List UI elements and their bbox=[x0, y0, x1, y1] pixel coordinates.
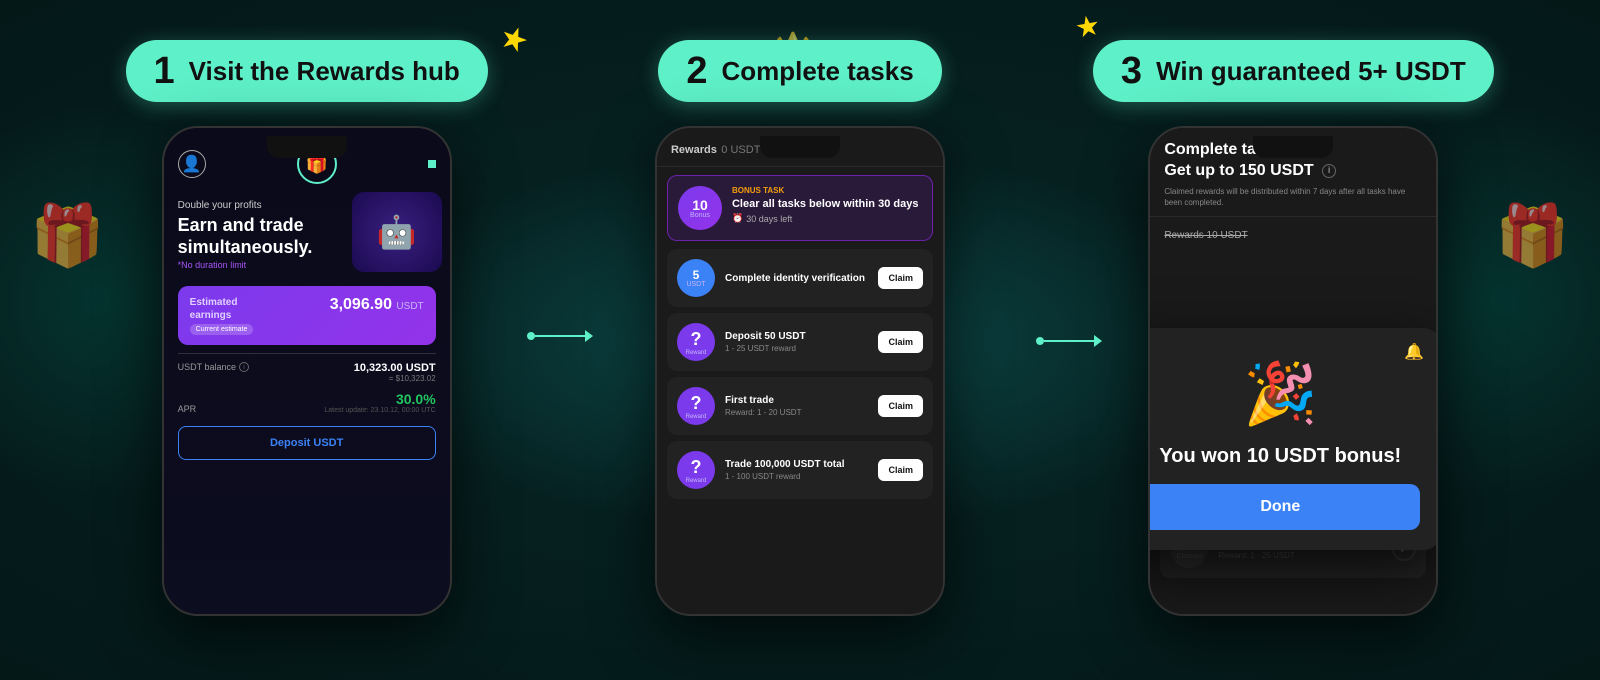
task-label-2: Reward bbox=[686, 350, 707, 356]
balance-value: 10,323.00 USDT bbox=[354, 362, 436, 374]
divider-1 bbox=[178, 353, 436, 354]
task-sub-3: Reward: 1 - 20 USDT bbox=[725, 408, 868, 417]
phone-3: Complete tasks andGet up to 150 USDT i C… bbox=[1148, 126, 1438, 616]
done-button[interactable]: Done bbox=[1148, 484, 1420, 530]
bell-icon: 🔔 bbox=[1404, 342, 1424, 362]
balance-sub: = $10,323.02 bbox=[354, 374, 436, 383]
avatar-icon: 👤 bbox=[178, 150, 206, 178]
task-title-2: Deposit 50 USDT bbox=[725, 331, 868, 342]
celebration-emoji: 🎉 bbox=[1148, 358, 1420, 429]
task-item-deposit: ? Reward Deposit 50 USDT 1 - 25 USDT rew… bbox=[667, 313, 933, 371]
task-q-3: ? bbox=[690, 393, 701, 414]
task-circle-4: ? Reward bbox=[677, 451, 715, 489]
step-2-badge: 2 Complete tasks bbox=[658, 40, 941, 102]
bonus-task-tag: Bonus task bbox=[732, 186, 918, 195]
bonus-label: Bonus bbox=[690, 212, 710, 219]
task-item-identity: 5 USDT Complete identity verification Cl… bbox=[667, 249, 933, 307]
apr-date: Latest update: 23.10.12, 00:00 UTC bbox=[324, 407, 435, 414]
apr-label: APR bbox=[178, 404, 197, 414]
bonus-content: Bonus task Clear all tasks below within … bbox=[732, 186, 918, 224]
bonus-title: Clear all tasks below within 30 days bbox=[732, 197, 918, 211]
task-sub-4: 1 - 100 USDT reward bbox=[725, 472, 868, 481]
task-info-4: Trade 100,000 USDT total 1 - 100 USDT re… bbox=[725, 459, 868, 481]
earnings-usdt: USDT bbox=[396, 301, 423, 312]
claim-button-1[interactable]: Claim bbox=[878, 267, 923, 289]
task-title-4: Trade 100,000 USDT total bbox=[725, 459, 868, 470]
task-item-trade-total: ? Reward Trade 100,000 USDT total 1 - 10… bbox=[667, 441, 933, 499]
bonus-task-card: 10 Bonus Bonus task Clear all tasks belo… bbox=[667, 175, 933, 241]
robot-placeholder: 🤖 bbox=[352, 192, 442, 272]
info-icon: i bbox=[239, 362, 249, 372]
phone-1-notch bbox=[267, 136, 347, 158]
rewards-crossed-label: Rewards 10 USDT bbox=[1164, 230, 1247, 241]
task-num-1: 5 bbox=[693, 269, 700, 281]
phone-2-notch bbox=[760, 136, 840, 158]
bonus-circle: 10 Bonus bbox=[678, 186, 722, 230]
claim-button-4[interactable]: Claim bbox=[878, 459, 923, 481]
step-1-number: 1 bbox=[154, 52, 175, 90]
arrow-dot-1 bbox=[527, 332, 535, 340]
task-circle-3: ? Reward bbox=[677, 387, 715, 425]
step-2-label: Complete tasks bbox=[721, 56, 913, 87]
info-icon-3: i bbox=[1322, 164, 1336, 178]
rewards-amount: 0 USDT bbox=[721, 144, 760, 156]
arrow-line-1 bbox=[535, 335, 585, 337]
phone-3-notch bbox=[1253, 136, 1333, 158]
task-label-3: Reward bbox=[686, 414, 707, 420]
task-title-1: Complete identity verification bbox=[725, 273, 868, 284]
task-info-1: Complete identity verification bbox=[725, 273, 868, 284]
phone-1-hero: Double your profits Earn and tradesimult… bbox=[164, 192, 450, 278]
apr-value: 30.0% bbox=[324, 391, 435, 407]
rewards-label: Rewards bbox=[671, 144, 717, 156]
deposit-usdt-button[interactable]: Deposit USDT bbox=[178, 426, 436, 460]
balance-label: USDT balance i bbox=[178, 362, 249, 372]
step-3-number: 3 bbox=[1121, 52, 1142, 90]
column-step-1: 1 Visit the Rewards hub 👤 🎁 Double your … bbox=[60, 40, 553, 616]
task-info-2: Deposit 50 USDT 1 - 25 USDT reward bbox=[725, 331, 868, 353]
arrow-line-2 bbox=[1044, 340, 1094, 342]
phone-3-subtitle: Claimed rewards will be distributed with… bbox=[1164, 186, 1422, 208]
earnings-value: 3,096.90 bbox=[330, 296, 392, 313]
task-label-4: Reward bbox=[686, 478, 707, 484]
current-estimate-badge: Current estimate bbox=[190, 324, 254, 335]
earnings-card: Estimatedearnings Current estimate 3,096… bbox=[178, 286, 436, 345]
earnings-label: Estimatedearnings bbox=[190, 296, 254, 322]
task-sub-2: 1 - 25 USDT reward bbox=[725, 344, 868, 353]
bonus-number: 10 bbox=[692, 198, 708, 212]
task-q-4: ? bbox=[690, 457, 701, 478]
arrow-head-1 bbox=[585, 330, 593, 342]
step-3-badge: 3 Win guaranteed 5+ USDT bbox=[1093, 40, 1494, 102]
arrow-head-2 bbox=[1094, 335, 1102, 347]
popup-win-title: You won 10 USDT bonus! bbox=[1148, 445, 1420, 468]
timer-icon: ⏰ bbox=[732, 213, 743, 224]
task-circle-1: 5 USDT bbox=[677, 259, 715, 297]
step-1-label: Visit the Rewards hub bbox=[189, 56, 460, 87]
step-3-label: Win guaranteed 5+ USDT bbox=[1156, 56, 1466, 87]
claim-button-2[interactable]: Claim bbox=[878, 331, 923, 353]
step-2-number: 2 bbox=[686, 52, 707, 90]
task-item-first-trade: ? Reward First trade Reward: 1 - 20 USDT… bbox=[667, 377, 933, 435]
claimed-label: Claimed bbox=[1176, 553, 1202, 560]
bonus-timer: ⏰ 30 days left bbox=[732, 213, 918, 224]
column-step-3: 3 Win guaranteed 5+ USDT Complete tasks … bbox=[1047, 40, 1540, 616]
column-step-2: 2 Complete tasks Rewards 0 USDT 10 Bonus… bbox=[553, 40, 1046, 616]
step-1-badge: 1 Visit the Rewards hub bbox=[126, 40, 488, 102]
dot-indicator bbox=[428, 160, 436, 168]
phone-1: 👤 🎁 Double your profits Earn and tradesi… bbox=[162, 126, 452, 616]
task-circle-2: ? Reward bbox=[677, 323, 715, 361]
arrow-connector-1 bbox=[527, 330, 593, 342]
task-title-3: First trade bbox=[725, 395, 868, 406]
arrow-dot-2 bbox=[1036, 337, 1044, 345]
claimed-sub: Reward: 1 - 25 USDT bbox=[1218, 551, 1382, 560]
task-label-1: USDT bbox=[686, 281, 705, 288]
arrow-connector-2 bbox=[1036, 335, 1102, 347]
phone-2: Rewards 0 USDT 10 Bonus Bonus task Clear… bbox=[655, 126, 945, 616]
task-info-3: First trade Reward: 1 - 20 USDT bbox=[725, 395, 868, 417]
phone-3-rewards-row: Rewards 10 USDT bbox=[1150, 216, 1436, 251]
task-q-2: ? bbox=[690, 329, 701, 350]
robot-image: 🤖 bbox=[352, 192, 442, 272]
claim-button-3[interactable]: Claim bbox=[878, 395, 923, 417]
win-popup: 🔔 🎉 You won 10 USDT bonus! Done bbox=[1148, 328, 1438, 550]
stats-section: USDT balance i 10,323.00 USDT = $10,323.… bbox=[164, 362, 450, 414]
